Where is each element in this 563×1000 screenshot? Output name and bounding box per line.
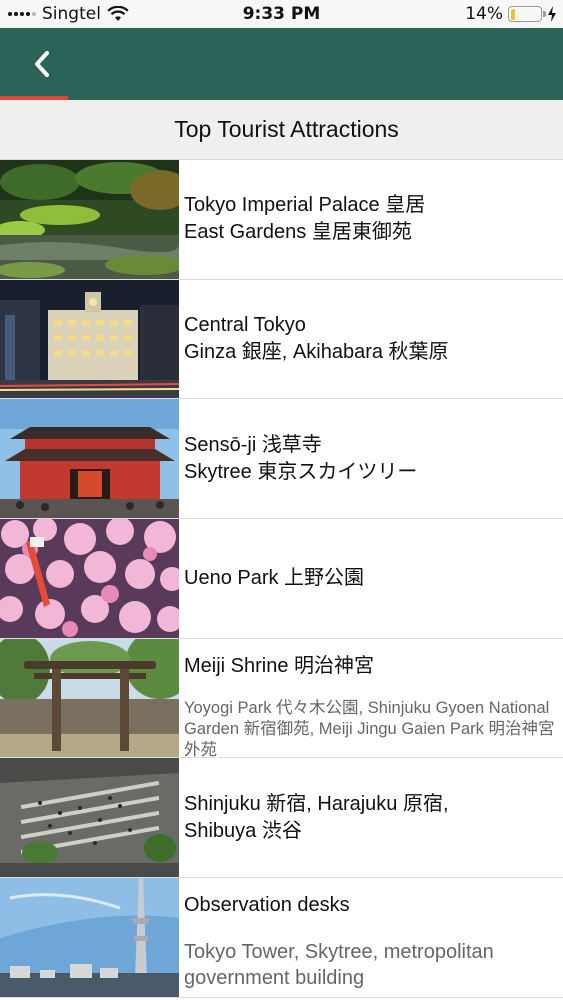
title-bar: Top Tourist Attractions (0, 100, 563, 160)
list-item-text: Meiji Shrine 明治神宮 Yoyogi Park 代々木公園, Shi… (179, 639, 563, 759)
list-item-ueno-park[interactable]: Ueno Park 上野公園 (0, 519, 563, 639)
list-item-text: Shinjuku 新宿, Harajuku 原宿, Shibuya 渋谷 (179, 758, 563, 877)
list-item-text: Sensō-ji 浅草寺 Skytree 東京スカイツリー (179, 399, 563, 518)
status-right: 14% (465, 4, 557, 24)
status-bar: Singtel 9:33 PM 14% (0, 0, 563, 28)
back-button[interactable] (20, 42, 64, 86)
chevron-left-icon (35, 51, 49, 77)
sensoji-image (0, 399, 179, 519)
list-item-central-tokyo[interactable]: Central Tokyo Ginza 銀座, Akihabara 秋葉原 (0, 279, 563, 400)
attraction-subtitle: Ginza 銀座, Akihabara 秋葉原 (184, 341, 449, 364)
list-item-text: Ueno Park 上野公園 (179, 519, 563, 638)
list-item-shinjuku[interactable]: Shinjuku 新宿, Harajuku 原宿, Shibuya 渋谷 (0, 758, 563, 879)
attraction-title: Central Tokyo (184, 314, 306, 337)
attraction-title: Ueno Park 上野公園 (184, 566, 365, 589)
battery-icon (508, 6, 546, 22)
skytree-image (0, 878, 179, 997)
imperial-palace-image (0, 160, 179, 279)
attraction-title: Tokyo Imperial Palace 皇居 (184, 194, 426, 217)
attraction-title: Meiji Shrine 明治神宮 (184, 654, 375, 677)
battery-percent: 14% (465, 4, 503, 24)
ueno-park-image (0, 519, 179, 638)
list-item-meiji-shrine[interactable]: Meiji Shrine 明治神宮 Yoyogi Park 代々木公園, Shi… (0, 638, 563, 759)
attraction-title: Observation desks (184, 894, 350, 917)
attraction-description: Yoyogi Park 代々木公園, Shinjuku Gyoen Nation… (184, 698, 555, 759)
attraction-description: Tokyo Tower, Skytree, metropolitan gover… (184, 941, 494, 990)
meiji-shrine-image (0, 638, 179, 758)
battery-level (510, 8, 515, 20)
attraction-subtitle: Skytree 東京スカイツリー (184, 460, 418, 483)
attraction-title: Shinjuku 新宿, Harajuku 原宿, (184, 792, 449, 815)
attraction-subtitle: East Gardens 皇居東御苑 (184, 221, 412, 244)
shibuya-crossing-image (0, 758, 179, 878)
ginza-image (0, 279, 179, 399)
nav-bar (0, 28, 563, 100)
list-item-text: Observation desks Tokyo Tower, Skytree, … (179, 878, 563, 997)
page-title: Top Tourist Attractions (174, 116, 399, 142)
attraction-title: Sensō-ji 浅草寺 (184, 433, 322, 456)
list-item-observation-desks[interactable]: Observation desks Tokyo Tower, Skytree, … (0, 878, 563, 998)
list-item-imperial-palace[interactable]: Tokyo Imperial Palace 皇居 East Gardens 皇居… (0, 160, 563, 280)
attraction-subtitle: Shibuya 渋谷 (184, 819, 302, 842)
list-item-text: Tokyo Imperial Palace 皇居 East Gardens 皇居… (179, 160, 563, 279)
attractions-list: Tokyo Imperial Palace 皇居 East Gardens 皇居… (0, 160, 563, 998)
charging-bolt-icon (548, 6, 556, 22)
list-item-sensoji[interactable]: Sensō-ji 浅草寺 Skytree 東京スカイツリー (0, 399, 563, 520)
list-item-text: Central Tokyo Ginza 銀座, Akihabara 秋葉原 (179, 280, 563, 399)
